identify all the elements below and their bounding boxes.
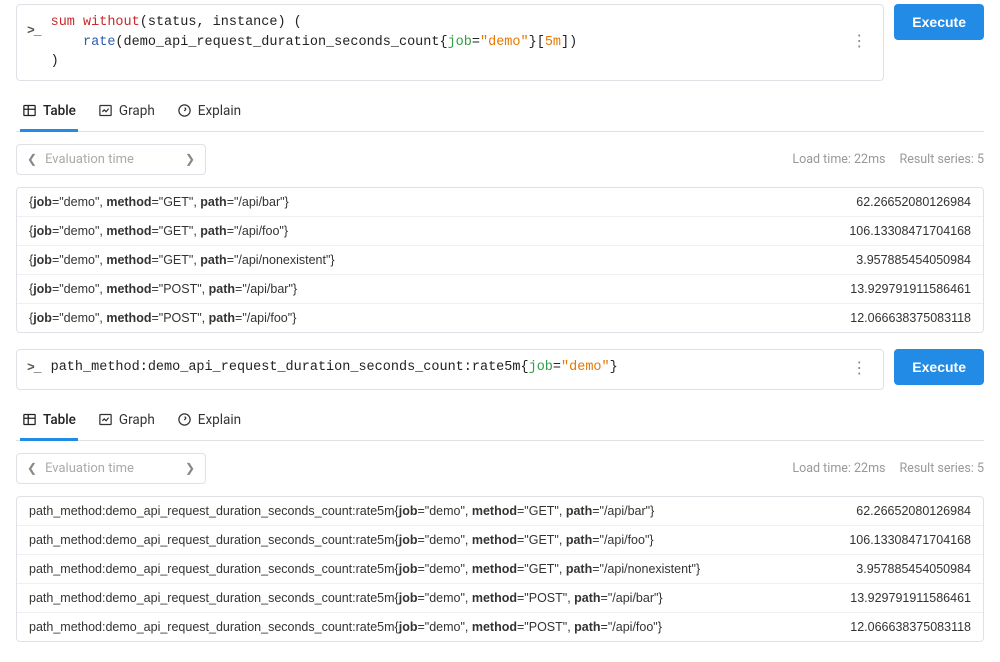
evaluation-time-label: Evaluation time [37,461,185,476]
series-label: path_method:demo_api_request_duration_se… [29,533,654,547]
series-value: 106.13308471704168 [849,224,971,238]
result-stats: Load time: 22ms Result series: 5 [792,152,984,167]
table-row[interactable]: path_method:demo_api_request_duration_se… [17,555,983,584]
results-table: {job="demo", method="GET", path="/api/ba… [16,187,984,333]
prompt-icon: >_ [27,358,41,378]
tab-explain[interactable]: Explain [175,95,243,132]
chevron-left-icon[interactable]: ❮ [27,152,37,166]
series-value: 13.929791911586461 [850,282,971,296]
series-label: {job="demo", method="POST", path="/api/f… [29,311,296,325]
tab-table[interactable]: Table [20,404,78,441]
table-row[interactable]: {job="demo", method="POST", path="/api/b… [17,275,983,304]
evaluation-time-label: Evaluation time [37,152,185,167]
series-value: 13.929791911586461 [850,591,971,605]
table-row[interactable]: {job="demo", method="GET", path="/api/ba… [17,188,983,217]
query-code[interactable]: path_method:demo_api_request_duration_se… [51,358,846,378]
table-row[interactable]: path_method:demo_api_request_duration_se… [17,526,983,555]
evaluation-time-picker[interactable]: ❮Evaluation time❯ [16,453,206,484]
load-time: Load time: 22ms [792,461,885,476]
table-row[interactable]: path_method:demo_api_request_duration_se… [17,584,983,613]
series-label: path_method:demo_api_request_duration_se… [29,504,654,518]
tab-graph[interactable]: Graph [96,404,157,441]
execute-button[interactable]: Execute [894,349,984,385]
result-tabs: Table Graph Explain [16,404,984,441]
series-label: {job="demo", method="GET", path="/api/no… [29,253,335,267]
tab-table[interactable]: Table [20,95,78,132]
series-value: 3.957885454050984 [856,562,971,576]
query-panel: >_ sum without(status, instance) ( rate(d… [16,4,984,333]
result-stats: Load time: 22ms Result series: 5 [792,461,984,476]
query-input[interactable]: >_ sum without(status, instance) ( rate(d… [16,4,884,81]
execute-button[interactable]: Execute [894,4,984,40]
series-label: path_method:demo_api_request_duration_se… [29,562,700,576]
result-tabs: Table Graph Explain [16,95,984,132]
series-value: 62.26652080126984 [856,504,971,518]
series-value: 106.13308471704168 [849,533,971,547]
query-code[interactable]: sum without(status, instance) ( rate(dem… [51,13,846,72]
query-row: >_ path_method:demo_api_request_duration_… [16,349,984,390]
series-label: {job="demo", method="POST", path="/api/b… [29,282,297,296]
tab-graph[interactable]: Graph [96,95,157,132]
chevron-right-icon[interactable]: ❯ [185,152,195,166]
kebab-icon[interactable]: ⋮ [845,31,873,54]
query-row: >_ sum without(status, instance) ( rate(d… [16,4,984,81]
table-row[interactable]: path_method:demo_api_request_duration_se… [17,613,983,641]
table-row[interactable]: {job="demo", method="POST", path="/api/f… [17,304,983,332]
series-value: 12.066638375083118 [850,620,971,634]
evaluation-time-picker[interactable]: ❮Evaluation time❯ [16,144,206,175]
result-series-count: Result series: 5 [900,152,985,167]
series-label: path_method:demo_api_request_duration_se… [29,591,663,605]
series-label: path_method:demo_api_request_duration_se… [29,620,662,634]
series-value: 62.26652080126984 [856,195,971,209]
result-series-count: Result series: 5 [900,461,985,476]
results-table: path_method:demo_api_request_duration_se… [16,496,984,642]
controls-row: ❮Evaluation time❯ Load time: 22ms Result s… [16,144,984,175]
series-value: 3.957885454050984 [856,253,971,267]
series-label: {job="demo", method="GET", path="/api/ba… [29,195,289,209]
table-row[interactable]: {job="demo", method="GET", path="/api/no… [17,246,983,275]
series-value: 12.066638375083118 [850,311,971,325]
table-row[interactable]: {job="demo", method="GET", path="/api/fo… [17,217,983,246]
series-label: {job="demo", method="GET", path="/api/fo… [29,224,288,238]
controls-row: ❮Evaluation time❯ Load time: 22ms Result s… [16,453,984,484]
prompt-icon: >_ [27,13,41,41]
query-input[interactable]: >_ path_method:demo_api_request_duration_… [16,349,884,390]
chevron-left-icon[interactable]: ❮ [27,461,37,475]
load-time: Load time: 22ms [792,152,885,167]
table-row[interactable]: path_method:demo_api_request_duration_se… [17,497,983,526]
query-panel: >_ path_method:demo_api_request_duration_… [16,349,984,642]
tab-explain[interactable]: Explain [175,404,243,441]
kebab-icon[interactable]: ⋮ [845,358,873,381]
chevron-right-icon[interactable]: ❯ [185,461,195,475]
